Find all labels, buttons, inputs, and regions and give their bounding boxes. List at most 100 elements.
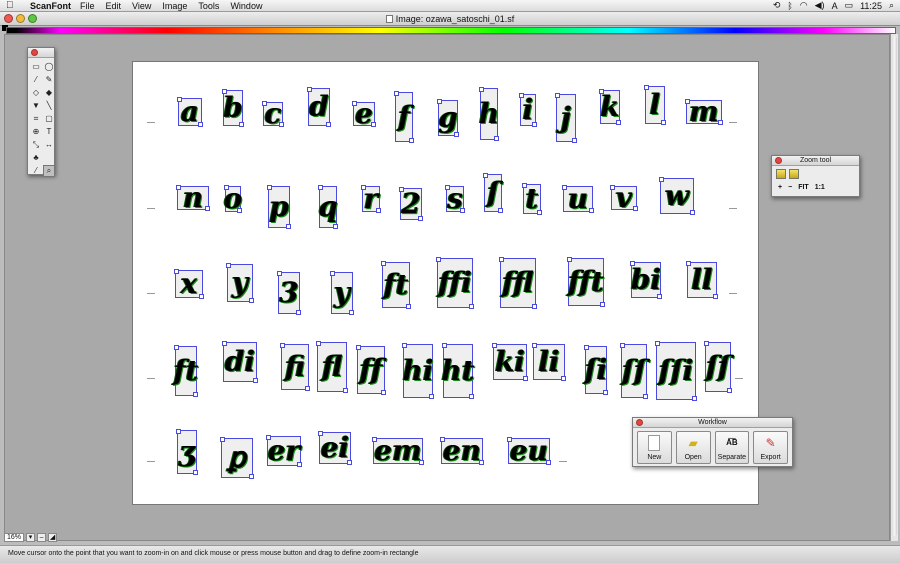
glyph-box[interactable]: t [522,183,542,215]
glyph-box[interactable]: en [440,437,484,465]
glyph-box[interactable]: ft [381,261,411,309]
fill-icon[interactable]: ▼ [30,100,42,112]
glyph-box[interactable]: 2 [399,187,423,221]
glyph-box[interactable]: ll [686,261,718,299]
glyph-box[interactable]: f [394,91,414,143]
text-icon[interactable]: T [43,126,55,138]
menu-file[interactable]: File [80,1,95,11]
new-button[interactable]: New [637,431,672,464]
stamp-icon[interactable]: ♣ [30,152,42,164]
bucket-icon[interactable]: ◆ [43,87,55,99]
zoom-level-select[interactable]: 16% [4,533,25,542]
glyph-box[interactable]: j [555,93,577,143]
line-icon[interactable]: ╲ [43,100,55,112]
glyph-box[interactable]: er [266,435,302,467]
zoom-actual-button[interactable]: 1:1 [815,184,825,191]
glyph-box[interactable]: em [372,437,424,465]
glyph-box[interactable]: o [224,185,242,213]
glyph-box[interactable]: i [519,93,537,127]
lasso-icon[interactable]: ◯ [43,61,55,73]
glyph-box[interactable]: 3 [277,271,301,315]
pen-icon[interactable]: ✎ [43,74,55,86]
close-icon[interactable] [775,157,782,164]
color-palette-bar[interactable] [6,27,896,34]
glyph-box[interactable]: ſi [584,345,608,395]
glyph-box[interactable]: w [659,177,695,215]
battery-icon[interactable]: ▭ [845,0,854,11]
glyph-box[interactable]: fi [280,343,310,391]
zoom-plus-small-button[interactable]: ◢ [48,533,58,542]
menu-view[interactable]: View [132,1,151,11]
glyph-box[interactable]: ft [174,345,199,397]
glyph-box[interactable]: n [176,184,210,212]
menubar-clock[interactable]: 11:25 [860,1,882,11]
separate-button[interactable]: A͞B Separate [714,431,750,464]
glyph-box[interactable]: ſſ [704,341,732,393]
glyph-box[interactable]: v [610,184,638,212]
glyph-box[interactable]: ht [441,343,475,399]
glyph-box[interactable]: d [307,87,331,127]
glyph-box[interactable]: bi [630,261,662,299]
eraser-icon[interactable]: ◇ [30,87,42,99]
glyph-box[interactable]: m [685,98,723,126]
zoom-mode-icon[interactable] [776,169,786,179]
wifi-icon[interactable]: ◠ [800,0,808,11]
workflow-titlebar[interactable]: Workflow [633,418,792,428]
scroll-thumb[interactable] [892,36,897,536]
zoom-icon[interactable]: ⌕ [43,165,55,177]
close-icon[interactable] [31,49,38,56]
glyph-box[interactable]: c [262,100,284,128]
bluetooth-icon[interactable]: ᛒ [787,1,792,11]
zoom-fit-button[interactable]: FIT [798,184,809,191]
glyph-box[interactable]: ʒ [176,429,198,475]
volume-icon[interactable]: ◀) [815,0,825,11]
glyph-box[interactable]: u [562,185,594,213]
glyph-box[interactable]: y [330,271,354,315]
eyedropper-icon[interactable]: ⁄ [30,165,42,177]
glyph-box[interactable]: b [222,89,244,127]
menu-image[interactable]: Image [162,1,187,11]
spotlight-icon[interactable]: ⌕ [889,0,894,11]
shape-icon[interactable]: ▢ [43,113,55,125]
zoom-window-icon[interactable] [789,169,799,179]
glyph-box[interactable]: r [361,185,381,213]
glyph-box[interactable]: fl [316,341,348,393]
glyph-box[interactable]: ꝑ [220,437,254,479]
glyph-box[interactable]: hi [402,343,434,399]
glyph-box[interactable]: ff [356,345,386,395]
zoom-out-small-button[interactable]: ▾ [26,533,36,542]
wand-icon[interactable]: ⁄ [30,74,42,86]
menu-edit[interactable]: Edit [106,1,122,11]
close-icon[interactable] [636,419,643,426]
menu-tools[interactable]: Tools [198,1,219,11]
zoom-out-button[interactable]: − [788,184,792,191]
input-menu-icon[interactable]: A [832,1,838,11]
glyph-box[interactable]: h [479,87,499,141]
tools-panel-titlebar[interactable] [28,48,54,58]
glyph-box[interactable]: ei [318,431,352,465]
rect-select-icon[interactable]: ▭ [30,61,42,73]
zoom-tool-titlebar[interactable]: Zoom tool [772,156,859,166]
glyph-box[interactable]: q [318,185,338,229]
glyph-box[interactable]: e [352,100,376,128]
apple-menu-icon[interactable]:  [6,0,18,11]
app-menu[interactable]: ScanFont [30,1,71,11]
time-machine-icon[interactable]: ⟲ [773,0,781,11]
glyph-box[interactable]: ſſi [655,341,697,401]
close-window-button[interactable] [4,14,13,23]
glyph-box[interactable]: ffi [436,257,474,309]
glyph-box[interactable]: x [174,269,204,299]
window-titlebar[interactable]: Image: ozawa_satoschi_01.sf [0,12,900,26]
export-button[interactable]: ✎ Export [753,431,788,464]
glyph-box[interactable]: s [445,185,465,213]
glyph-box[interactable]: p [267,185,291,229]
open-button[interactable]: ▰ Open [675,431,711,464]
glyph-box[interactable]: ffl [499,257,537,309]
crosshair-icon[interactable]: ⊕ [30,126,42,138]
glyph-box[interactable]: ſ [483,173,503,213]
crop-icon[interactable]: ⌗ [30,113,42,125]
zoom-in-button[interactable]: + [778,184,782,191]
glyph-box[interactable]: li [532,343,566,381]
menu-window[interactable]: Window [230,1,262,11]
glyph-box[interactable]: ſſ [620,343,648,399]
